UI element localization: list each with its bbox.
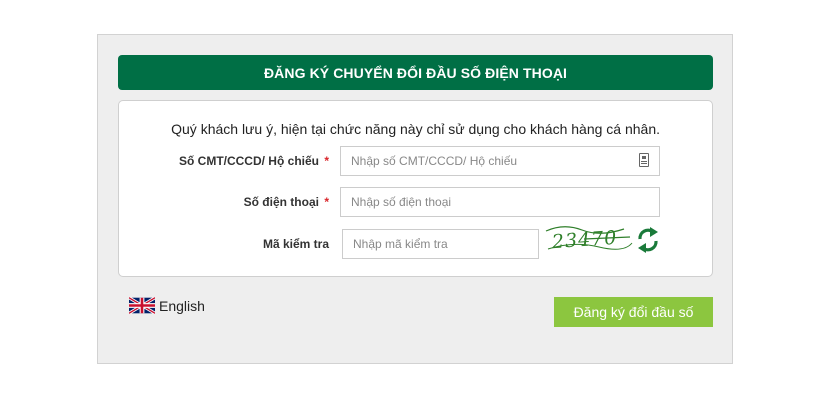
phone-label: Số điện thoại * xyxy=(244,187,329,217)
language-label: English xyxy=(159,297,205,314)
id-number-row: Số CMT/CCCD/ Hộ chiếu * xyxy=(119,146,712,176)
phone-input[interactable] xyxy=(340,187,660,217)
phone-row: Số điện thoại * xyxy=(119,187,712,217)
captcha-input[interactable] xyxy=(342,229,539,259)
captcha-label: Mã kiểm tra xyxy=(263,229,329,259)
captcha-text: 23470 xyxy=(550,227,618,254)
captcha-label-text: Mã kiểm tra xyxy=(262,237,329,251)
captcha-row: Mã kiểm tra 23470 xyxy=(119,226,712,259)
required-mark: * xyxy=(324,195,329,209)
id-number-label: Số CMT/CCCD/ Hộ chiếu * xyxy=(179,146,329,176)
submit-button[interactable]: Đăng ký đổi đầu số xyxy=(554,297,713,327)
page-title: ĐĂNG KÝ CHUYỂN ĐỔI ĐẦU SỐ ĐIỆN THOẠI xyxy=(118,55,713,90)
captcha-image: 23470 xyxy=(545,226,633,254)
page-title-text: ĐĂNG KÝ CHUYỂN ĐỔI ĐẦU SỐ ĐIỆN THOẠI xyxy=(263,64,568,81)
required-mark: * xyxy=(324,154,329,168)
uk-flag-icon xyxy=(129,297,155,314)
phone-label-text: Số điện thoại xyxy=(243,195,319,209)
id-number-input[interactable] xyxy=(340,146,660,176)
refresh-icon[interactable] xyxy=(637,227,659,253)
form-card: Quý khách lưu ý, hiện tại chức năng này … xyxy=(118,100,713,277)
notice-text: Quý khách lưu ý, hiện tại chức năng này … xyxy=(171,121,660,137)
language-switch[interactable]: English xyxy=(129,297,205,314)
id-card-icon xyxy=(639,153,649,167)
registration-panel: ĐĂNG KÝ CHUYỂN ĐỔI ĐẦU SỐ ĐIỆN THOẠI Quý… xyxy=(97,34,733,364)
id-number-label-text: Số CMT/CCCD/ Hộ chiếu xyxy=(178,154,319,168)
